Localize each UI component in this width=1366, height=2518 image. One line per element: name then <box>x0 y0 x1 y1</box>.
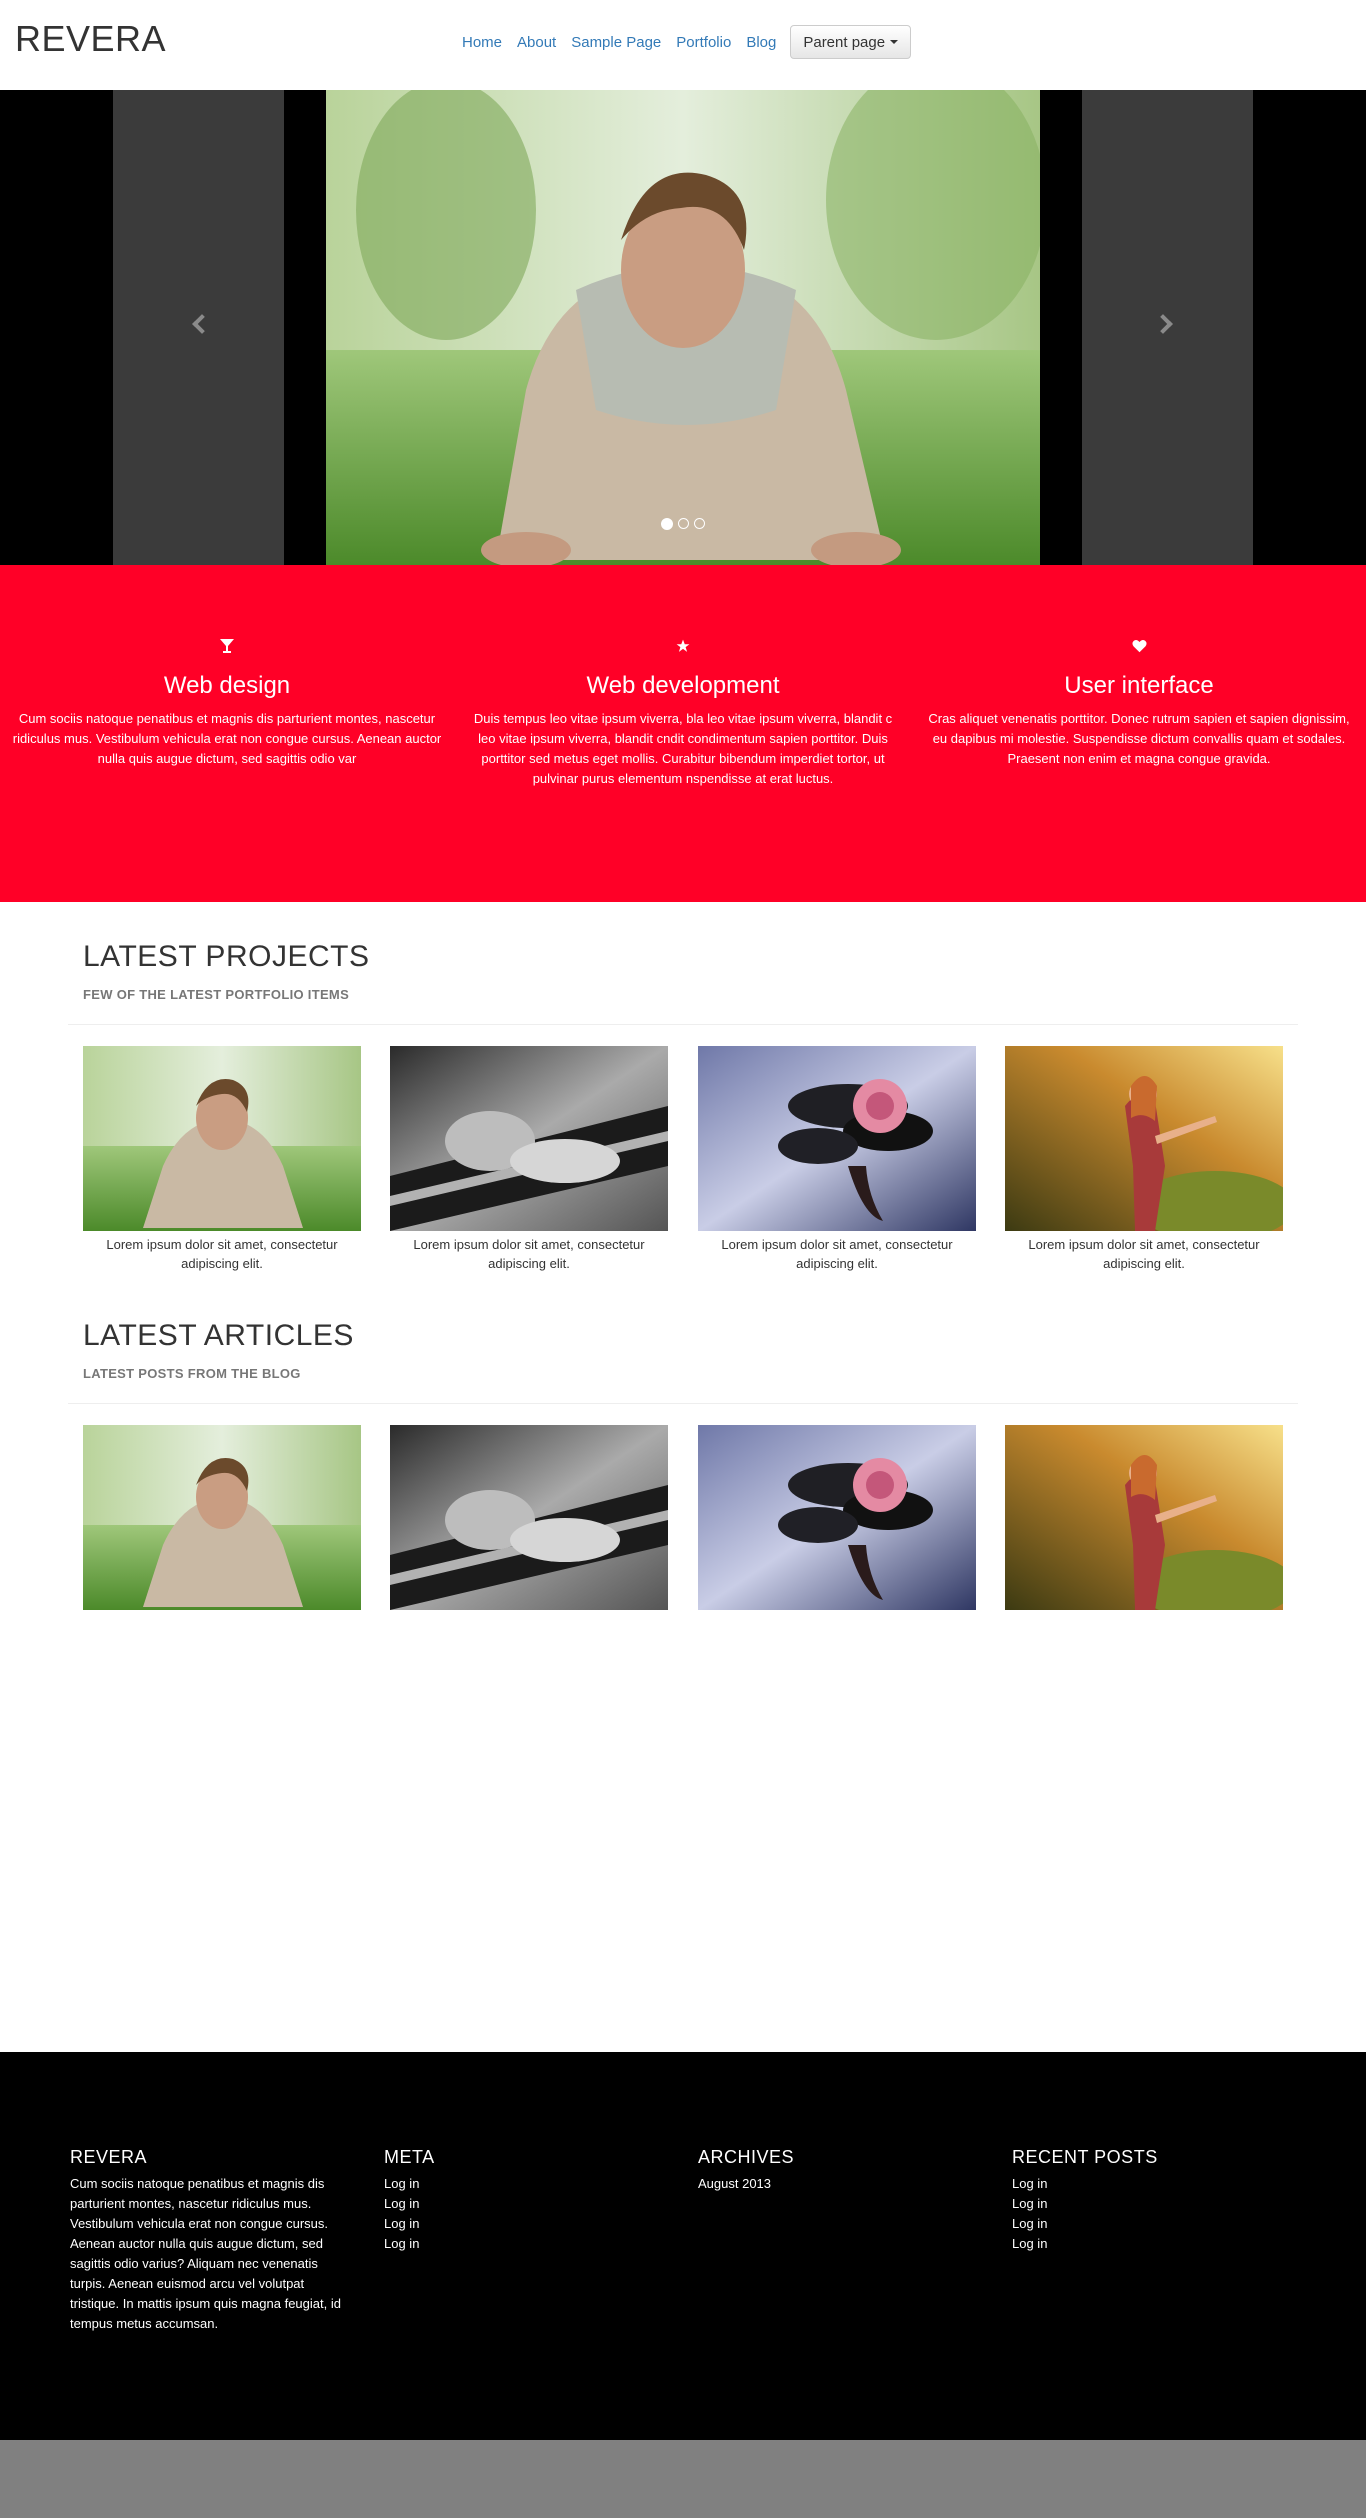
dropdown-label: Parent page <box>803 33 886 51</box>
main-nav: Home About Sample Page Portfolio Blog Pa… <box>462 25 912 59</box>
articles-heading: LATEST ARTICLES <box>83 1319 354 1352</box>
feature-web-design: Web design Cum sociis natoque penatibus … <box>12 637 442 769</box>
project-caption: Lorem ipsum dolor sit amet, consectetur … <box>106 1237 338 1271</box>
feature-title: User interface <box>1064 672 1214 699</box>
project-caption: Lorem ipsum dolor sit amet, consectetur … <box>1028 1237 1260 1271</box>
footer-recent-link[interactable]: Log in <box>1012 2234 1292 2254</box>
divider <box>68 1403 1298 1404</box>
project-thumbnail[interactable] <box>83 1046 361 1231</box>
project-card[interactable]: Lorem ipsum dolor sit amet, consectetur … <box>698 1046 976 1273</box>
project-card[interactable]: Lorem ipsum dolor sit amet, consectetur … <box>390 1046 668 1273</box>
article-card[interactable] <box>390 1425 668 1610</box>
feature-text: Duis tempus leo vitae ipsum viverra, bla… <box>473 711 893 786</box>
project-card[interactable]: Lorem ipsum dolor sit amet, consectetur … <box>83 1046 361 1273</box>
footer-meta-link[interactable]: Log in <box>384 2194 664 2214</box>
nav-home[interactable]: Home <box>462 34 502 51</box>
carousel-slide-image <box>326 90 1040 565</box>
feature-title: Web development <box>586 672 780 699</box>
footer-recent-link[interactable]: Log in <box>1012 2194 1292 2214</box>
article-card[interactable] <box>83 1425 361 1610</box>
article-thumbnail[interactable] <box>390 1425 668 1610</box>
nav-about[interactable]: About <box>517 34 556 51</box>
project-caption: Lorem ipsum dolor sit amet, consectetur … <box>413 1237 645 1271</box>
footer-archives: ARCHIVES August 2013 <box>698 2147 978 2194</box>
site-header: REVERA Home About Sample Page Portfolio … <box>0 0 1366 90</box>
footer-meta-link[interactable]: Log in <box>384 2174 664 2194</box>
nav-portfolio[interactable]: Portfolio <box>676 34 731 51</box>
article-thumbnail[interactable] <box>83 1425 361 1610</box>
parent-page-dropdown[interactable]: Parent page <box>790 25 912 59</box>
project-card[interactable]: Lorem ipsum dolor sit amet, consectetur … <box>1005 1046 1283 1273</box>
project-thumbnail[interactable] <box>1005 1046 1283 1231</box>
carousel-dot-1[interactable] <box>661 518 673 530</box>
footer-meta: META Log in Log in Log in Log in <box>384 2147 664 2254</box>
articles-subheading: LATEST POSTS FROM THE BLOG <box>83 1366 301 1381</box>
article-thumbnail[interactable] <box>698 1425 976 1610</box>
article-thumbnail[interactable] <box>1005 1425 1283 1610</box>
footer-archives-title: ARCHIVES <box>698 2147 795 2167</box>
footer-about: REVERA Cum sociis natoque penatibus et m… <box>70 2147 350 2334</box>
footer-recent-title: RECENT POSTS <box>1012 2147 1158 2167</box>
star-icon <box>468 637 898 655</box>
carousel-dot-2[interactable] <box>678 518 689 529</box>
footer-meta-title: META <box>384 2147 435 2167</box>
article-card[interactable] <box>698 1425 976 1610</box>
feature-text: Cras aliquet venenatis porttitor. Donec … <box>928 711 1350 766</box>
features-band: Web design Cum sociis natoque penatibus … <box>0 565 1366 902</box>
projects-heading: LATEST PROJECTS <box>83 940 370 973</box>
carousel-dot-3[interactable] <box>694 518 705 529</box>
footer-recent-link[interactable]: Log in <box>1012 2214 1292 2234</box>
footer-about-title: REVERA <box>70 2147 148 2167</box>
article-card[interactable] <box>1005 1425 1283 1610</box>
nav-sample-page[interactable]: Sample Page <box>571 34 661 51</box>
footer-recent-posts: RECENT POSTS Log in Log in Log in Log in <box>1012 2147 1292 2254</box>
feature-text: Cum sociis natoque penatibus et magnis d… <box>12 711 442 766</box>
feature-web-development: Web development Duis tempus leo vitae ip… <box>468 637 898 789</box>
footer-recent-link[interactable]: Log in <box>1012 2174 1292 2194</box>
site-footer: REVERA Cum sociis natoque penatibus et m… <box>0 2052 1366 2440</box>
feature-title: Web design <box>163 672 291 699</box>
heart-icon <box>924 637 1354 655</box>
carousel-indicators <box>661 518 705 530</box>
caret-down-icon <box>890 40 899 44</box>
divider <box>68 1024 1298 1025</box>
bottom-bar <box>0 2440 1366 2518</box>
project-caption: Lorem ipsum dolor sit amet, consectetur … <box>721 1237 953 1271</box>
project-thumbnail[interactable] <box>390 1046 668 1231</box>
footer-meta-link[interactable]: Log in <box>384 2234 664 2254</box>
nav-blog[interactable]: Blog <box>746 34 776 51</box>
projects-subheading: FEW OF THE LATEST PORTFOLIO ITEMS <box>83 987 350 1002</box>
hero-carousel <box>0 90 1366 565</box>
site-brand[interactable]: REVERA <box>15 18 166 60</box>
project-thumbnail[interactable] <box>698 1046 976 1231</box>
footer-meta-link[interactable]: Log in <box>384 2214 664 2234</box>
feature-user-interface: User interface Cras aliquet venenatis po… <box>924 637 1354 769</box>
footer-about-text: Cum sociis natoque penatibus et magnis d… <box>70 2176 341 2331</box>
footer-archive-link[interactable]: August 2013 <box>698 2174 978 2194</box>
glass-icon <box>12 637 442 655</box>
